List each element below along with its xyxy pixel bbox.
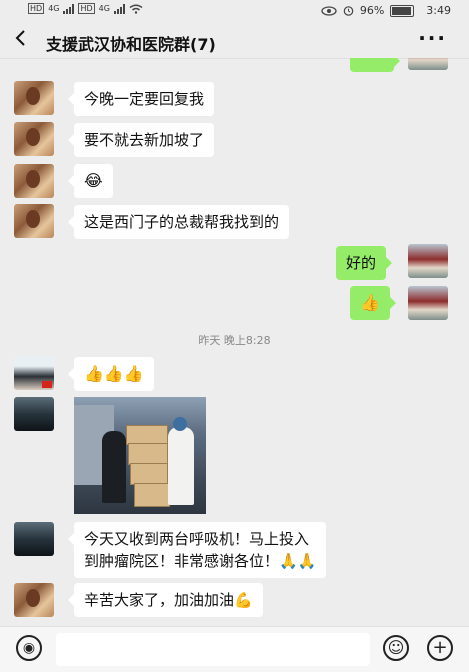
network-label: 4G bbox=[48, 4, 60, 13]
battery-percent: 96% bbox=[359, 4, 385, 17]
my-emoji-bubble[interactable]: 👍 bbox=[350, 286, 396, 320]
photo-two-people-with-boxes[interactable] bbox=[74, 397, 206, 514]
photo-box bbox=[134, 483, 170, 507]
flag-badge bbox=[42, 381, 52, 388]
network-label-2: 4G bbox=[98, 4, 110, 13]
photo-person-head bbox=[173, 417, 187, 431]
photo-person bbox=[168, 427, 194, 505]
message-line: 今天又收到两台呼吸机！马上投入 bbox=[84, 530, 310, 548]
status-right: 96% 3:49 bbox=[321, 4, 451, 17]
hd-label-2: HD bbox=[78, 3, 95, 14]
chat-messages[interactable]: 今晚一定要回复我 要不就去新加坡了 😂 这是西门子的总裁帮我找到的 好的 👍 昨… bbox=[0, 58, 469, 626]
woman-avatar[interactable] bbox=[14, 81, 54, 115]
voice-icon[interactable]: ◉ bbox=[16, 635, 42, 661]
photo-box bbox=[130, 463, 168, 485]
battery-icon bbox=[390, 4, 415, 17]
emoji-bubble[interactable]: 😂 bbox=[68, 164, 113, 198]
woman-avatar[interactable] bbox=[14, 164, 54, 198]
my-message-bubble[interactable]: 好的 bbox=[336, 246, 393, 280]
message-bubble[interactable]: 今晚一定要回复我 bbox=[67, 82, 215, 116]
my-avatar[interactable] bbox=[408, 58, 448, 70]
wifi-icon bbox=[129, 4, 143, 14]
plus-icon[interactable]: + bbox=[427, 635, 453, 661]
status-left: HD 4G HD 4G bbox=[28, 3, 143, 14]
chevron-left-icon[interactable] bbox=[14, 28, 26, 53]
hd-label: HD bbox=[28, 3, 45, 14]
emoji-bubble[interactable]: 👍👍👍 bbox=[68, 357, 154, 391]
signal-icon-2 bbox=[113, 3, 125, 14]
message-bubble[interactable]: 要不就去新加坡了 bbox=[67, 123, 215, 157]
dark-avatar[interactable] bbox=[14, 397, 54, 431]
photo-box bbox=[128, 443, 168, 465]
photo-person bbox=[102, 431, 126, 503]
woman-avatar[interactable] bbox=[14, 204, 54, 238]
chat-title: 支援武汉协和医院群(7) bbox=[46, 35, 216, 54]
signal-icon bbox=[63, 3, 75, 14]
my-avatar[interactable] bbox=[408, 244, 448, 278]
message-bubble[interactable]: 今天又收到两台呼吸机！马上投入 到肿瘤院区！非常感谢各位！🙏🙏 bbox=[67, 522, 327, 578]
chat-header: 支援武汉协和医院群(7) ··· bbox=[0, 24, 469, 59]
portrait-avatar[interactable] bbox=[14, 356, 54, 390]
smile-icon[interactable]: ☺ bbox=[383, 635, 409, 661]
clock: 3:49 bbox=[426, 4, 451, 17]
woman-avatar[interactable] bbox=[14, 122, 54, 156]
eye-icon bbox=[321, 5, 337, 16]
more-icon[interactable]: ··· bbox=[418, 26, 447, 50]
status-bar: HD 4G HD 4G 96% 3:49 bbox=[0, 0, 469, 24]
timestamp: 昨天 晚上8:28 bbox=[198, 334, 271, 347]
message-bubble[interactable]: 辛苦大家了，加油加油💪 bbox=[68, 583, 263, 617]
photo-box bbox=[126, 425, 168, 445]
message-input[interactable] bbox=[56, 633, 370, 666]
alarm-icon bbox=[343, 6, 354, 16]
partial-my-bubble bbox=[350, 58, 400, 72]
input-bar: ◉ ☺ + bbox=[0, 626, 469, 672]
dark-avatar[interactable] bbox=[14, 522, 54, 556]
my-avatar[interactable] bbox=[408, 286, 448, 320]
message-bubble[interactable]: 这是西门子的总裁帮我找到的 bbox=[67, 205, 290, 239]
message-line: 到肿瘤院区！非常感谢各位！🙏🙏 bbox=[84, 552, 317, 570]
woman-avatar[interactable] bbox=[14, 583, 54, 617]
